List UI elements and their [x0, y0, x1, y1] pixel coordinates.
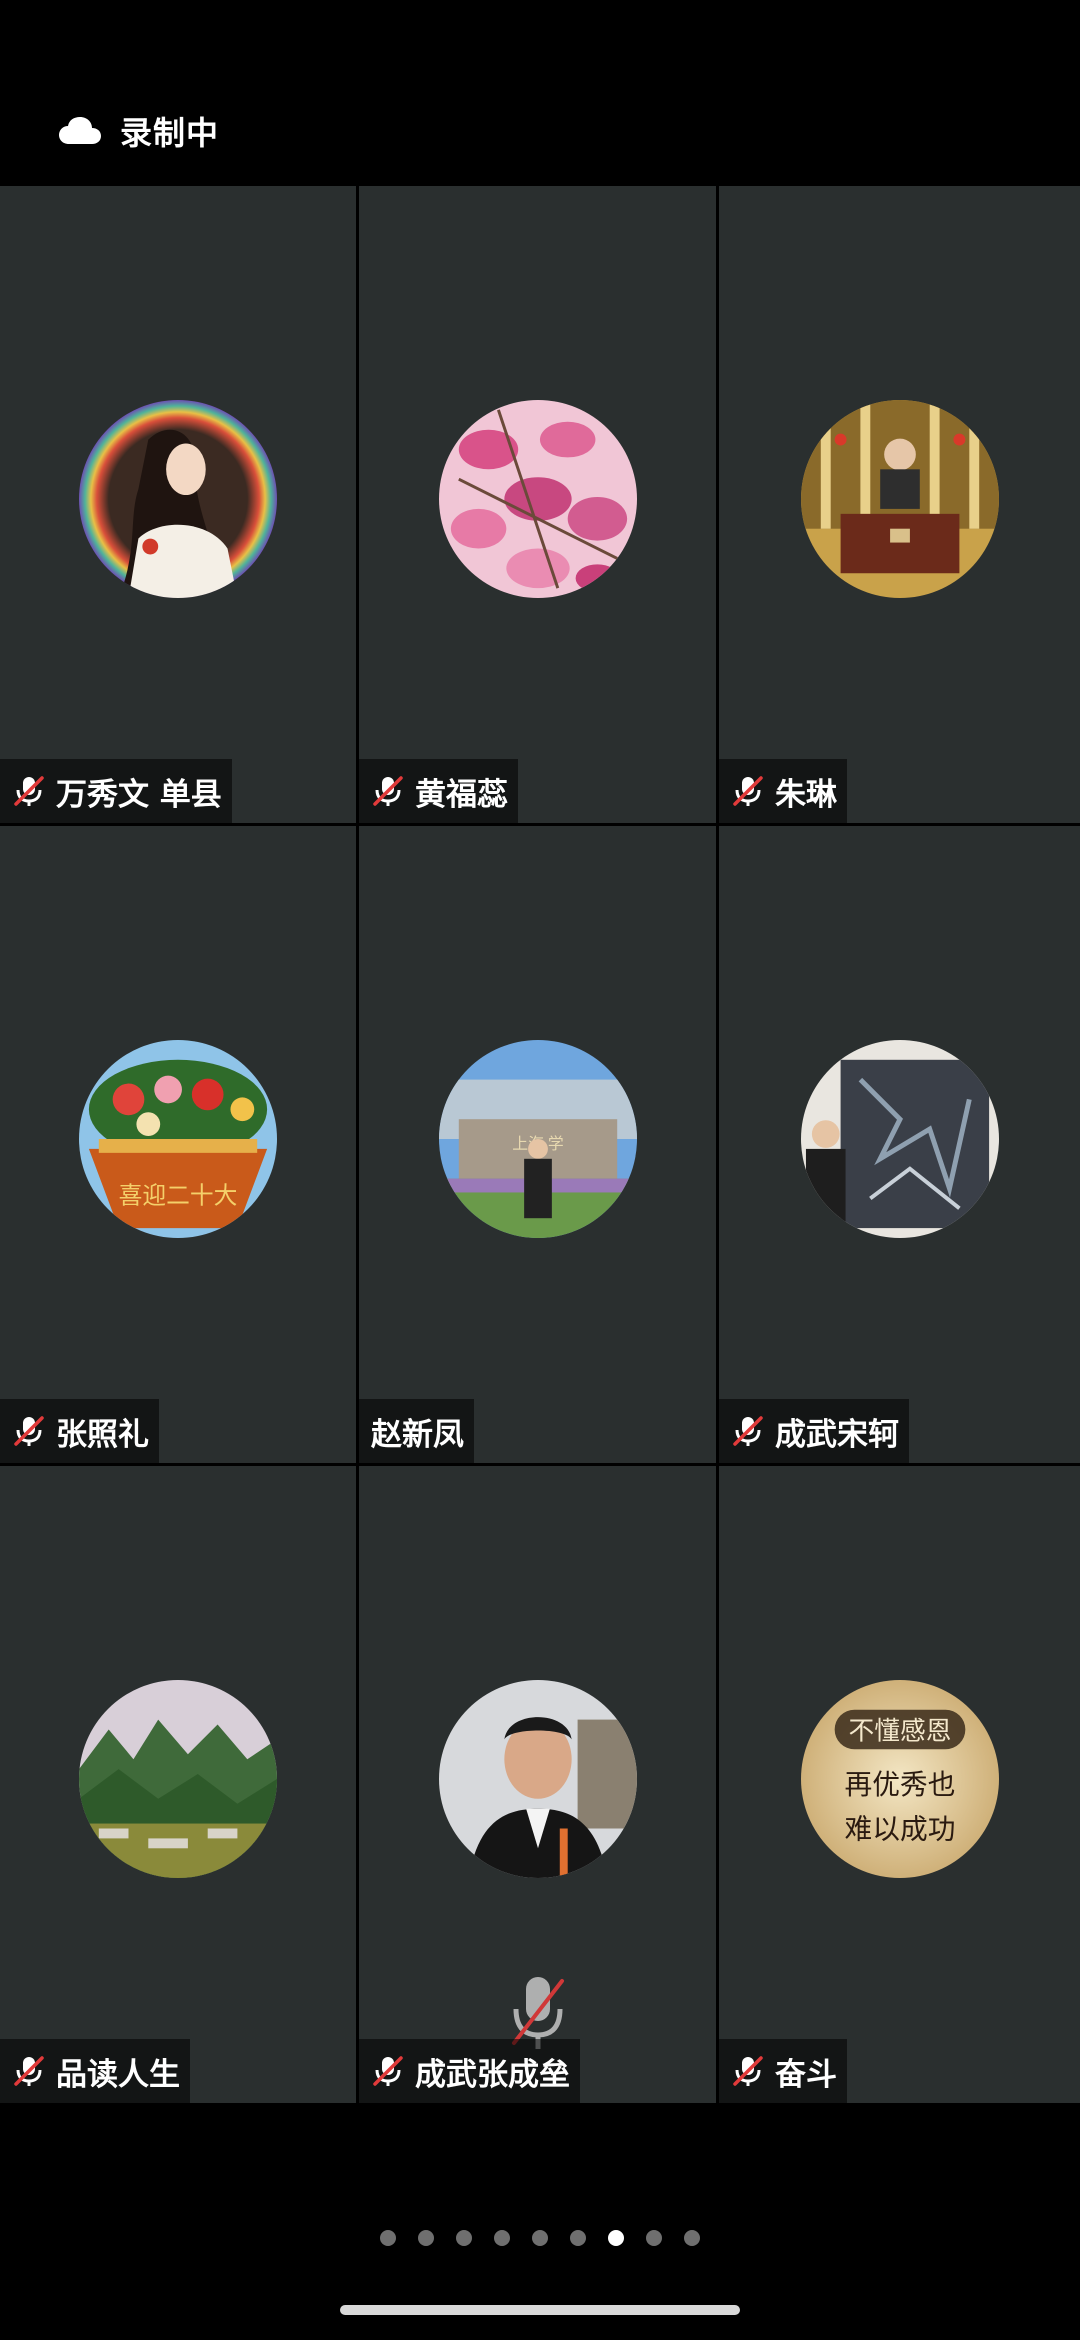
cloud-icon — [58, 116, 102, 146]
page-dot[interactable] — [532, 2230, 548, 2246]
name-bar: 成武张成垒 — [359, 2039, 580, 2103]
participant-name: 品读人生 — [56, 2056, 180, 2093]
participant-name: 万秀文 单县 — [56, 776, 222, 813]
page-dot[interactable] — [684, 2230, 700, 2246]
page-dot[interactable] — [494, 2230, 510, 2246]
page-dot[interactable] — [418, 2230, 434, 2246]
name-bar: 万秀文 单县 — [0, 759, 232, 823]
participant-name: 朱琳 — [775, 776, 837, 813]
muted-mic-icon — [12, 1414, 46, 1448]
muted-mic-icon — [12, 774, 46, 808]
avatar — [79, 400, 277, 598]
muted-mic-icon — [731, 2054, 765, 2088]
participant-tile[interactable]: 品读人生 — [0, 1466, 359, 2106]
name-bar: 成武宋轲 — [719, 1399, 909, 1463]
recording-indicator[interactable]: 录制中 — [58, 108, 219, 154]
participant-tile[interactable]: 黄福蕊 — [359, 186, 719, 826]
participant-tile[interactable]: 喜迎二十大 张照礼 — [0, 826, 359, 1466]
avatar: 上海 学 — [438, 1040, 637, 1238]
avatar — [79, 1680, 277, 1878]
participant-name: 成武张成垒 — [415, 2056, 570, 2093]
avatar-caption: 不懂感恩 — [848, 1716, 951, 1745]
page-dot[interactable] — [646, 2230, 662, 2246]
page-dot-active[interactable] — [608, 2230, 624, 2246]
participant-name: 赵新凤 — [371, 1416, 464, 1453]
name-bar: 朱琳 — [719, 759, 847, 823]
participant-grid: 万秀文 单县 黄福蕊 朱琳 喜迎二十大 张照礼 上海 学 赵新凤 成武宋轲 品读… — [0, 186, 1080, 2106]
avatar — [438, 400, 637, 598]
participant-tile[interactable]: 成武张成垒 — [359, 1466, 719, 2106]
participant-name: 奋斗 — [775, 2056, 837, 2093]
avatar — [800, 400, 999, 598]
muted-mic-icon — [731, 774, 765, 808]
muted-mic-icon — [12, 2054, 46, 2088]
top-status-bar: 录制中 — [0, 0, 1080, 186]
name-bar: 赵新凤 — [359, 1399, 474, 1463]
avatar: 不懂感恩 再优秀也 难以成功 — [800, 1680, 999, 1878]
avatar-caption: 再优秀也 — [844, 1769, 955, 1800]
participant-tile[interactable]: 成武宋轲 — [719, 826, 1080, 1466]
page-dot[interactable] — [380, 2230, 396, 2246]
participant-tile[interactable]: 万秀文 单县 — [0, 186, 359, 826]
page-dot[interactable] — [570, 2230, 586, 2246]
participant-name: 张照礼 — [56, 1416, 149, 1453]
recording-label: 录制中 — [120, 114, 220, 152]
participant-name: 成武宋轲 — [775, 1416, 899, 1453]
name-bar: 黄福蕊 — [359, 759, 518, 823]
avatar-caption: 难以成功 — [844, 1813, 955, 1844]
name-bar: 奋斗 — [719, 2039, 847, 2103]
page-dot[interactable] — [456, 2230, 472, 2246]
avatar — [800, 1040, 999, 1238]
home-indicator[interactable] — [340, 2305, 740, 2315]
page-indicator[interactable] — [0, 2230, 1080, 2246]
muted-mic-icon — [371, 2054, 405, 2088]
participant-name: 黄福蕊 — [415, 776, 508, 813]
avatar: 喜迎二十大 — [79, 1040, 277, 1238]
name-bar: 张照礼 — [0, 1399, 159, 1463]
participant-tile[interactable]: 不懂感恩 再优秀也 难以成功 奋斗 — [719, 1466, 1080, 2106]
avatar-caption: 喜迎二十大 — [119, 1182, 238, 1209]
avatar — [438, 1680, 637, 1878]
participant-tile[interactable]: 朱琳 — [719, 186, 1080, 826]
name-bar: 品读人生 — [0, 2039, 190, 2103]
muted-mic-icon — [371, 774, 405, 808]
muted-mic-icon — [731, 1414, 765, 1448]
participant-tile[interactable]: 上海 学 赵新凤 — [359, 826, 719, 1466]
